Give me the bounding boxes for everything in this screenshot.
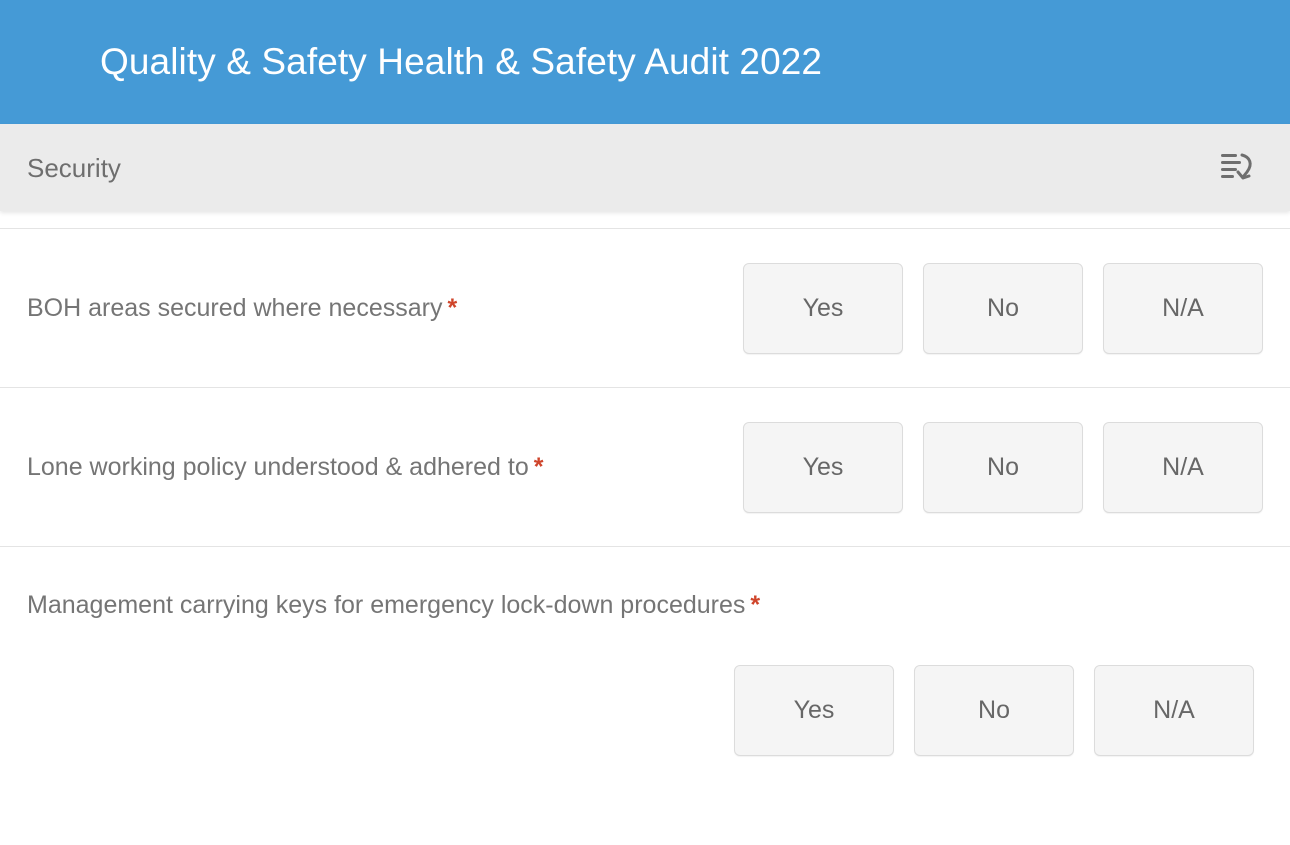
answer-button-yes[interactable]: Yes: [743, 422, 903, 513]
answer-button-group: Yes No N/A: [743, 422, 1263, 513]
answer-button-na[interactable]: N/A: [1103, 263, 1263, 354]
question-label: Management carrying keys for emergency l…: [27, 581, 807, 629]
question-text: Lone working policy understood & adhered…: [27, 453, 529, 481]
required-asterisk: *: [534, 453, 544, 481]
question-text: Management carrying keys for emergency l…: [27, 591, 745, 619]
question-label: BOH areas secured where necessary*: [27, 284, 457, 332]
answer-button-no[interactable]: No: [923, 422, 1083, 513]
answer-button-na[interactable]: N/A: [1094, 665, 1254, 756]
note-lines-arrow-icon: [1221, 153, 1255, 183]
answer-button-na[interactable]: N/A: [1103, 422, 1263, 513]
answer-button-group: Yes No N/A: [734, 665, 1263, 756]
app-header: Quality & Safety Health & Safety Audit 2…: [0, 0, 1290, 124]
question-label: Lone working policy understood & adhered…: [27, 443, 543, 491]
question-row: BOH areas secured where necessary* Yes N…: [0, 228, 1290, 387]
required-asterisk: *: [750, 591, 760, 619]
question-row: Management carrying keys for emergency l…: [0, 546, 1290, 836]
answer-button-no[interactable]: No: [923, 263, 1083, 354]
question-row: Lone working policy understood & adhered…: [0, 387, 1290, 546]
answer-button-yes[interactable]: Yes: [743, 263, 903, 354]
required-asterisk: *: [447, 294, 457, 322]
section-note-button[interactable]: [1213, 143, 1263, 193]
section-title: Security: [27, 155, 1213, 181]
answer-button-group: Yes No N/A: [743, 263, 1263, 354]
section-header-security: Security: [0, 124, 1290, 211]
question-text: BOH areas secured where necessary: [27, 294, 442, 322]
page-title: Quality & Safety Health & Safety Audit 2…: [100, 42, 822, 83]
answer-button-no[interactable]: No: [914, 665, 1074, 756]
answer-button-yes[interactable]: Yes: [734, 665, 894, 756]
question-list: BOH areas secured where necessary* Yes N…: [0, 211, 1290, 836]
audit-form-screen: Quality & Safety Health & Safety Audit 2…: [0, 0, 1290, 845]
